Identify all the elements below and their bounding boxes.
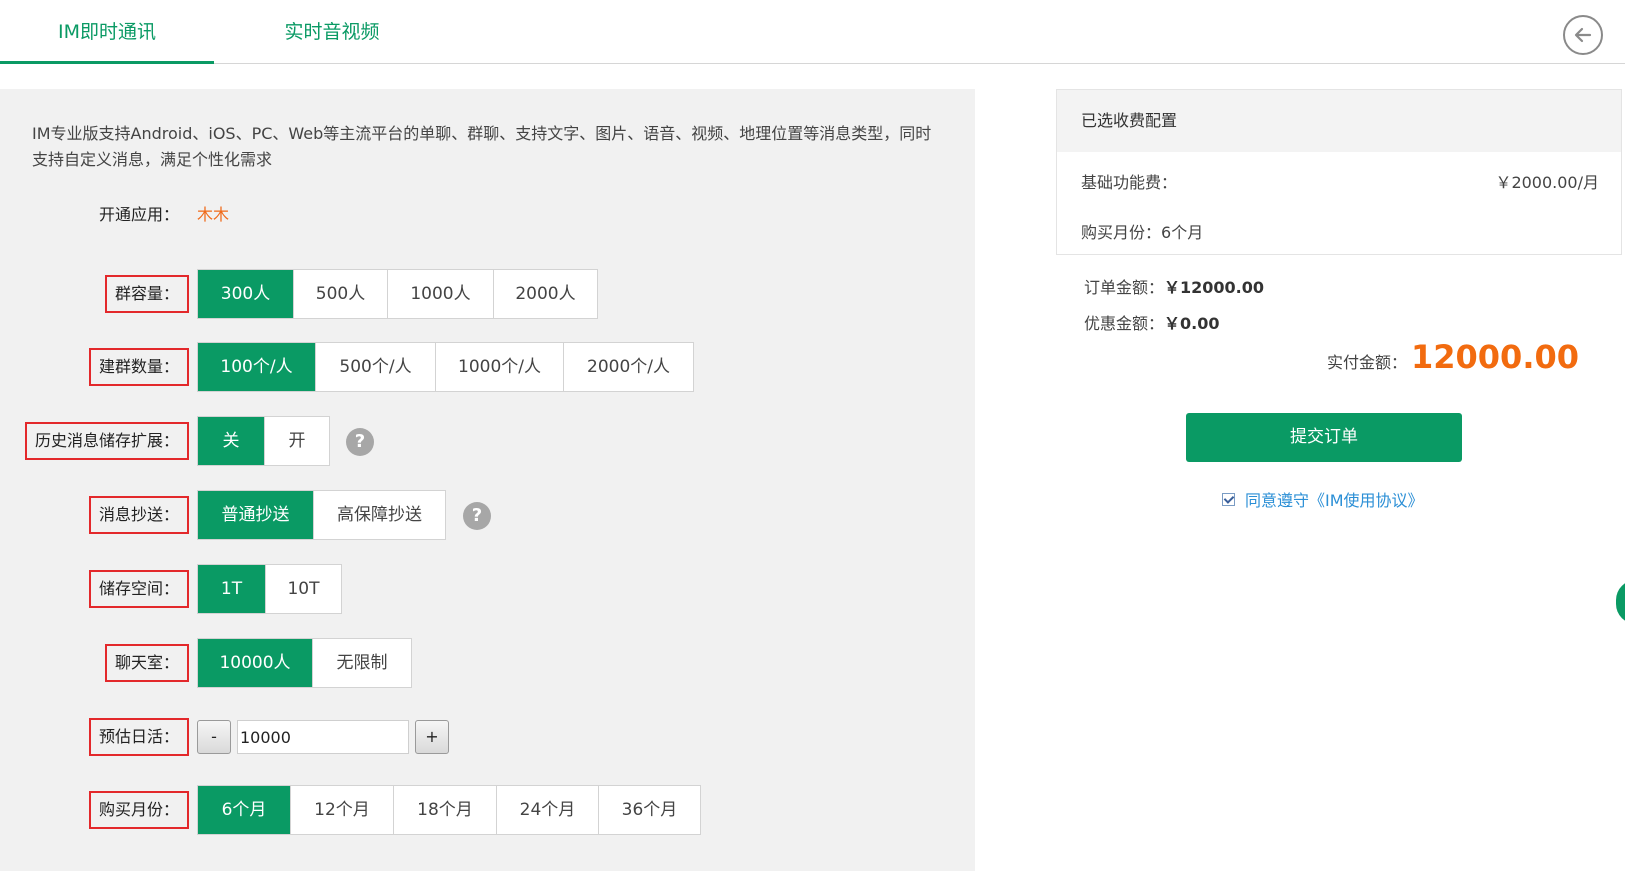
option-500[interactable]: 500人 [293, 270, 387, 318]
group-count-selector: 100个/人 500个/人 1000个/人 2000个/人 [197, 342, 694, 392]
storage-label: 储存空间： [88, 570, 189, 608]
chatroom-selector: 10000人 无限制 [197, 638, 412, 688]
order-amount: 订单金额：￥12000.00 [1084, 274, 1264, 298]
history-ext-toggle: 关 开 [197, 416, 330, 466]
option-1000[interactable]: 1000人 [387, 270, 493, 318]
option-high-assurance-copy[interactable]: 高保障抄送 [313, 491, 445, 539]
app-label: 开通应用： [98, 205, 179, 224]
base-fee-value: ￥2000.00/月 [1495, 173, 1599, 192]
dau-input[interactable] [237, 720, 409, 754]
config-panel: IM专业版支持Android、iOS、PC、Web等主流平台的单聊、群聊、支持文… [0, 89, 975, 871]
row-msg-copy: 消息抄送： 普通抄送 高保障抄送 ? [0, 490, 975, 540]
agreement-row: 同意遵守《IM使用协议》 [1222, 487, 1424, 511]
months-selector: 6个月 12个月 18个月 24个月 36个月 [197, 785, 701, 835]
storage-selector: 1T 10T [197, 564, 342, 614]
row-group-capacity: 群容量： 300人 500人 1000人 2000人 [0, 269, 975, 319]
selected-config-summary: 已选收费配置 基础功能费： ￥2000.00/月 购买月份：6个月 [1056, 89, 1622, 255]
discount-amount-value: ￥0.00 [1164, 314, 1220, 333]
row-storage: 储存空间： 1T 10T [0, 564, 975, 614]
help-icon[interactable]: ? [463, 502, 491, 530]
row-chatroom: 聊天室： 10000人 无限制 [0, 638, 975, 688]
option-12-months[interactable]: 12个月 [290, 786, 393, 834]
discount-amount: 优惠金额：￥0.00 [1084, 310, 1220, 334]
option-24-months[interactable]: 24个月 [496, 786, 598, 834]
option-1000-per-user[interactable]: 1000个/人 [435, 343, 563, 391]
dau-stepper: - + [197, 720, 449, 754]
paid-amount: 实付金额： 12000.00 [1327, 338, 1579, 376]
option-10t[interactable]: 10T [265, 565, 341, 613]
submit-order-button[interactable]: 提交订单 [1186, 413, 1462, 462]
decrement-button[interactable]: - [197, 720, 231, 754]
option-300[interactable]: 300人 [198, 270, 293, 318]
option-off[interactable]: 关 [198, 417, 264, 465]
history-ext-label: 历史消息储存扩展： [24, 422, 189, 460]
dau-label: 预估日活： [88, 718, 189, 756]
msg-copy-label: 消息抄送： [88, 496, 189, 534]
option-unlimited[interactable]: 无限制 [312, 639, 411, 687]
checkbox-checked-icon[interactable] [1222, 492, 1235, 506]
months-label: 购买月份： [88, 791, 189, 829]
floating-service-tab[interactable] [1616, 580, 1625, 624]
msg-copy-selector: 普通抄送 高保障抄送 [197, 490, 446, 540]
increment-button[interactable]: + [415, 720, 449, 754]
discount-amount-label: 优惠金额： [1084, 314, 1165, 333]
option-10000[interactable]: 10000人 [198, 639, 312, 687]
summary-title: 已选收费配置 [1057, 90, 1621, 152]
row-dau: 预估日活： - + [0, 712, 975, 762]
option-36-months[interactable]: 36个月 [598, 786, 700, 834]
tab-im[interactable]: IM即时通讯 [0, 0, 214, 64]
group-capacity-selector: 300人 500人 1000人 2000人 [197, 269, 598, 319]
chatroom-label: 聊天室： [104, 644, 189, 682]
row-group-count: 建群数量： 100个/人 500个/人 1000个/人 2000个/人 [0, 342, 975, 392]
option-500-per-user[interactable]: 500个/人 [315, 343, 435, 391]
paid-amount-value: 12000.00 [1410, 338, 1579, 376]
group-capacity-label: 群容量： [104, 275, 189, 313]
row-history-ext: 历史消息储存扩展： 关 开 ? [0, 416, 975, 466]
row-app: 开通应用： 木木 [0, 190, 975, 240]
summary-months-value: 6个月 [1161, 223, 1204, 242]
base-fee-label: 基础功能费： [1081, 173, 1178, 192]
app-name: 木木 [197, 205, 230, 224]
order-amount-value: ￥12000.00 [1164, 278, 1265, 297]
top-tab-bar: IM即时通讯 实时音视频 [0, 0, 1625, 64]
option-on[interactable]: 开 [264, 417, 329, 465]
option-6-months[interactable]: 6个月 [198, 786, 290, 834]
option-18-months[interactable]: 18个月 [393, 786, 496, 834]
paid-amount-label: 实付金额： [1326, 353, 1407, 372]
option-2000[interactable]: 2000人 [493, 270, 597, 318]
summary-months: 购买月份：6个月 [1081, 219, 1203, 243]
help-icon[interactable]: ? [346, 428, 374, 456]
group-count-label: 建群数量： [88, 348, 189, 386]
product-description: IM专业版支持Android、iOS、PC、Web等主流平台的单聊、群聊、支持文… [32, 124, 932, 169]
tab-realtime-av[interactable]: 实时音视频 [214, 0, 450, 64]
back-arrow-icon[interactable] [1563, 15, 1603, 55]
row-months: 购买月份： 6个月 12个月 18个月 24个月 36个月 [0, 785, 975, 835]
option-normal-copy[interactable]: 普通抄送 [198, 491, 313, 539]
option-1t[interactable]: 1T [198, 565, 265, 613]
summary-months-label: 购买月份： [1081, 223, 1162, 242]
agreement-link[interactable]: 同意遵守《IM使用协议》 [1245, 487, 1424, 511]
option-2000-per-user[interactable]: 2000个/人 [563, 343, 693, 391]
order-amount-label: 订单金额： [1084, 278, 1165, 297]
option-100-per-user[interactable]: 100个/人 [198, 343, 315, 391]
